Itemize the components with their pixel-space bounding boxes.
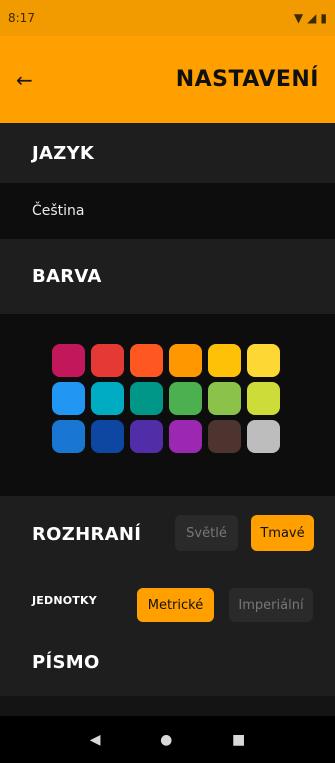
color-swatch-3[interactable] [130,344,163,377]
color-swatch-18[interactable] [247,420,280,453]
section-units: JEDNOTKY Metrické Imperiální [0,572,335,628]
section-header-language: JAZYK [32,142,95,164]
signal-icon: ◢ [307,11,317,25]
color-swatch-2[interactable] [91,344,124,377]
app-bar: ← NASTAVENÍ [0,36,335,123]
color-swatch-16[interactable] [169,420,202,453]
color-swatch-7[interactable] [52,382,85,415]
color-swatch-5[interactable] [208,344,241,377]
color-swatch-9[interactable] [130,382,163,415]
section-header-font: PÍSMO [32,651,100,673]
color-swatch-14[interactable] [91,420,124,453]
section-color-header: BARVA [0,239,335,314]
section-header-color: BARVA [32,266,102,287]
metric-units-button[interactable]: Metrické [137,588,214,622]
wifi-icon: ▼ [293,11,304,25]
back-arrow-icon[interactable]: ← [16,68,56,92]
status-icons: ▼ ◢ ▮ [294,11,327,25]
dark-theme-button[interactable]: Tmavé [251,515,314,551]
color-swatch-17[interactable] [208,420,241,453]
language-value: Čeština [32,203,85,219]
status-bar: 8:17 ▼ ◢ ▮ [0,0,335,36]
nav-home-icon[interactable]: ● [160,732,172,748]
color-swatch-15[interactable] [130,420,163,453]
section-language-header: JAZYK [0,123,335,183]
swatch-grid [52,344,280,453]
section-font-header: PÍSMO [0,628,335,696]
imperial-units-button[interactable]: Imperiální [229,588,313,622]
color-swatch-13[interactable] [52,420,85,453]
system-nav-bar: ◀ ● ■ [0,716,335,763]
section-header-units: JEDNOTKY [32,593,97,607]
nav-recents-icon[interactable]: ■ [232,732,245,748]
color-swatch-10[interactable] [169,382,202,415]
color-swatch-11[interactable] [208,382,241,415]
light-theme-button[interactable]: Světlé [175,515,238,551]
nav-back-icon[interactable]: ◀ [90,732,101,748]
section-header-ui: ROZHRANÍ [32,523,142,545]
language-option[interactable]: Čeština [0,183,335,239]
content-continues [0,696,335,716]
color-swatch-1[interactable] [52,344,85,377]
color-swatch-8[interactable] [91,382,124,415]
color-swatch-12[interactable] [247,382,280,415]
color-swatch-4[interactable] [169,344,202,377]
color-picker [0,314,335,496]
page-title: NASTAVENÍ [175,67,319,92]
status-time: 8:17 [8,11,35,25]
battery-icon: ▮ [320,11,327,25]
color-swatch-6[interactable] [247,344,280,377]
section-ui: ROZHRANÍ Světlé Tmavé [0,496,335,572]
